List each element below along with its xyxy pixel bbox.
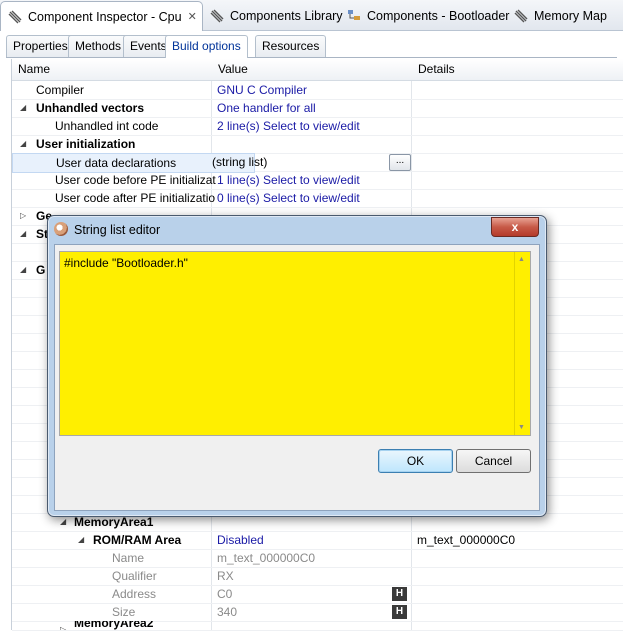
components-tree-icon bbox=[346, 8, 362, 24]
column-header-value[interactable]: Value bbox=[212, 59, 248, 80]
component-inspector-icon bbox=[7, 9, 23, 25]
dialog-title: String list editor bbox=[74, 223, 161, 237]
editor-content[interactable]: #include "Bootloader.h" bbox=[64, 256, 188, 270]
close-button[interactable]: x bbox=[491, 217, 539, 237]
edit-string-list-button[interactable]: ... bbox=[389, 154, 411, 171]
tab-label: Memory Map bbox=[534, 8, 607, 23]
row-name: User initialization bbox=[36, 137, 136, 151]
scroll-down-icon[interactable]: ▼ bbox=[518, 424, 525, 431]
app-icon bbox=[54, 222, 68, 236]
table-row-selected[interactable]: User data declarations (string list) ... bbox=[12, 153, 623, 173]
row-value[interactable]: 1 line(s) Select to view/edit bbox=[212, 171, 415, 189]
memory-map-icon bbox=[513, 8, 529, 24]
row-value: RX bbox=[217, 569, 234, 583]
tab-label: Components - Bootloader bbox=[367, 8, 510, 23]
row-value[interactable]: GNU C Compiler bbox=[212, 81, 415, 99]
row-value: 340 bbox=[217, 605, 238, 619]
row-name: Unhandled vectors bbox=[36, 101, 145, 115]
table-row[interactable]: Unhandled int code 2 line(s) Select to v… bbox=[12, 117, 623, 136]
table-row[interactable]: Address C0 H bbox=[12, 585, 623, 604]
table-row[interactable]: User code before PE initializat 1 line(s… bbox=[12, 171, 623, 190]
row-value[interactable]: 2 line(s) Select to view/edit bbox=[212, 117, 415, 135]
row-details: m_text_000000C0 bbox=[417, 533, 516, 547]
tab-methods[interactable]: Methods bbox=[68, 35, 129, 57]
row-value[interactable]: One handler for all bbox=[212, 99, 415, 117]
row-value[interactable]: (string list) bbox=[212, 153, 410, 171]
row-name: Compiler bbox=[36, 83, 85, 97]
table-row[interactable]: Size 340 H bbox=[12, 603, 623, 622]
close-tab-icon[interactable]: ✕ bbox=[188, 10, 197, 23]
table-row[interactable]: Compiler GNU C Compiler bbox=[12, 81, 623, 100]
tab-components-library[interactable]: Components Library bbox=[203, 2, 343, 29]
view-tab-bar: Component Inspector - Cpu ✕ Components L… bbox=[0, 0, 623, 31]
table-row[interactable]: ◢ Unhandled vectors One handler for all bbox=[12, 99, 623, 118]
row-value[interactable]: 0 line(s) Select to view/edit bbox=[212, 189, 415, 207]
table-row[interactable]: Name m_text_000000C0 bbox=[12, 549, 623, 568]
hex-toggle-button[interactable]: H bbox=[392, 605, 407, 619]
cancel-button[interactable]: Cancel bbox=[456, 449, 531, 473]
hex-toggle-button[interactable]: H bbox=[392, 587, 407, 601]
row-value: C0 bbox=[217, 587, 233, 601]
tab-components-bootloader[interactable]: Components - Bootloader bbox=[340, 2, 509, 29]
column-header-details[interactable]: Details bbox=[412, 59, 455, 80]
vertical-scrollbar[interactable]: ▲ ▼ bbox=[514, 252, 530, 435]
table-row[interactable]: ◢ ROM/RAM Area Disabled m_text_000000C0 bbox=[12, 531, 623, 550]
row-value[interactable]: Disabled bbox=[212, 531, 415, 549]
string-list-editor-dialog: String list editor x #include "Bootloade… bbox=[47, 215, 547, 517]
string-list-textarea[interactable]: #include "Bootloader.h" ▲ ▼ bbox=[59, 251, 531, 436]
tab-label: Component Inspector - Cpu bbox=[28, 9, 182, 24]
table-row[interactable]: Qualifier RX bbox=[12, 567, 623, 586]
tab-label: Components Library bbox=[230, 8, 343, 23]
components-library-icon bbox=[209, 8, 225, 24]
tab-properties[interactable]: Properties bbox=[6, 35, 75, 57]
table-row[interactable]: User code after PE initializatio 0 line(… bbox=[12, 189, 623, 208]
property-tab-bar: Properties Methods Events Build options … bbox=[6, 35, 617, 58]
row-value: m_text_000000C0 bbox=[217, 551, 316, 565]
tab-resources[interactable]: Resources bbox=[255, 35, 327, 57]
tab-build-options[interactable]: Build options bbox=[165, 35, 248, 58]
tab-memory-map[interactable]: Memory Map bbox=[507, 2, 607, 29]
scroll-up-icon[interactable]: ▲ bbox=[518, 256, 525, 263]
table-row[interactable]: ◢ User initialization bbox=[12, 135, 623, 154]
column-header-name[interactable]: Name bbox=[12, 59, 50, 80]
table-header: Name Value Details bbox=[12, 59, 623, 81]
tab-component-inspector[interactable]: Component Inspector - Cpu ✕ bbox=[0, 1, 203, 31]
dialog-body: #include "Bootloader.h" ▲ ▼ OK Cancel bbox=[54, 244, 540, 511]
ok-button[interactable]: OK bbox=[378, 449, 453, 473]
